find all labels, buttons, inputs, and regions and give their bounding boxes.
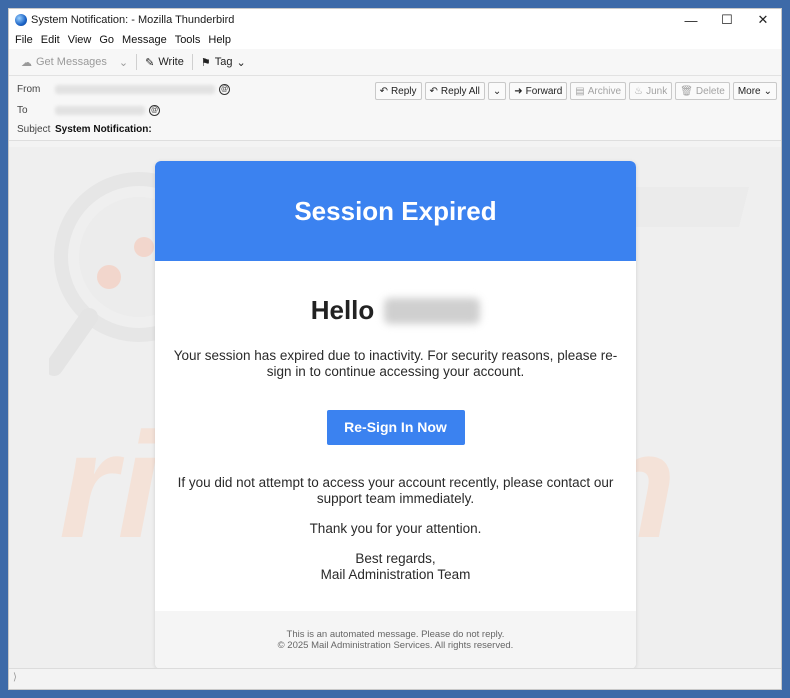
junk-button[interactable]: ♨ Junk (629, 82, 673, 100)
more-button[interactable]: More ⌄ (732, 82, 777, 100)
trash-icon: 🗑 (680, 85, 693, 97)
close-button[interactable]: ✕ (745, 9, 781, 31)
archive-button[interactable]: ▤ Archive (570, 82, 627, 100)
chevron-down-icon: ⌄ (492, 85, 502, 97)
menu-edit[interactable]: Edit (37, 34, 64, 46)
reply-all-label: Reply All (440, 85, 480, 97)
contact-icon[interactable]: @ (149, 105, 160, 116)
email-card: Session Expired Hello Your session has e… (155, 161, 636, 669)
get-messages-icon: ☁ (21, 56, 32, 69)
archive-label: Archive (587, 85, 622, 97)
menu-help[interactable]: Help (204, 34, 235, 46)
tag-icon: ⚑ (200, 56, 211, 69)
email-footer: This is an automated message. Please do … (155, 611, 636, 669)
reply-all-icon: ↶ (429, 85, 438, 97)
title-bar: System Notification: - Mozilla Thunderbi… (9, 9, 781, 31)
reply-button[interactable]: ↶ Reply (374, 82, 422, 100)
more-label: More (737, 85, 761, 97)
greeting: Hello (155, 295, 636, 326)
window-title: System Notification: - Mozilla Thunderbi… (31, 14, 235, 26)
thunderbird-icon (15, 14, 27, 26)
get-messages-button[interactable]: ☁ Get Messages (15, 52, 113, 72)
chevron-down-icon: ⌄ (236, 56, 246, 69)
subject-label: Subject (17, 124, 51, 135)
thanks-text: Thank you for your attention. (309, 521, 482, 536)
reply-icon: ↶ (379, 85, 388, 97)
write-button[interactable]: ✎ Write (139, 52, 190, 72)
reply-all-dropdown[interactable]: ⌄ (487, 82, 507, 100)
chevron-down-icon: ⌄ (118, 56, 129, 69)
message-body-pane: risk.com Session Expired Hello Your sess… (9, 147, 781, 671)
write-label: Write (158, 56, 184, 68)
footer-copyright: © 2025 Mail Administration Services. All… (277, 640, 514, 651)
status-bar: ⟩ (9, 668, 781, 689)
menu-view[interactable]: View (64, 34, 96, 46)
get-messages-dropdown[interactable]: ⌄ (113, 52, 134, 72)
greeting-text: Hello (310, 295, 375, 325)
forward-label: Forward (525, 85, 563, 97)
header-actions: ↶ Reply ↶ Reply All ⌄ ➜ Forward ▤ Archive ♨ J… (374, 82, 777, 100)
signature-text: Mail Administration Team (320, 567, 471, 582)
delete-button[interactable]: 🗑 Delete (675, 82, 730, 100)
chevron-down-icon: ⌄ (763, 85, 772, 97)
tag-button[interactable]: ⚑ Tag ⌄ (195, 52, 252, 72)
from-label: From (17, 84, 41, 95)
menu-tools[interactable]: Tools (171, 34, 205, 46)
menu-bar: File Edit View Go Message Tools Help (9, 31, 781, 49)
contact-paragraph: If you did not attempt to access your ac… (177, 475, 614, 506)
contact-icon[interactable]: @ (219, 84, 230, 95)
delete-label: Delete (695, 85, 725, 97)
menu-go[interactable]: Go (95, 34, 118, 46)
get-messages-label: Get Messages (36, 56, 107, 68)
from-address-redacted (55, 85, 215, 94)
reply-all-button[interactable]: ↶ Reply All (424, 82, 485, 100)
toolbar-separator (136, 54, 138, 70)
resign-in-button[interactable]: Re-Sign In Now (326, 410, 465, 445)
forward-button[interactable]: ➜ Forward (509, 82, 568, 100)
menu-message[interactable]: Message (118, 34, 171, 46)
subject-row: Subject System Notification: (17, 124, 152, 135)
thunderbird-window: System Notification: - Mozilla Thunderbi… (8, 8, 782, 690)
toolbar-separator (191, 54, 193, 70)
to-label: To (17, 105, 28, 116)
reply-label: Reply (390, 85, 417, 97)
expiry-paragraph: Your session has expired due to inactivi… (173, 348, 618, 379)
main-toolbar: ☁ Get Messages ⌄ ✎ Write ⚑ Tag ⌄ (9, 49, 781, 76)
offline-status-icon[interactable]: ⟩ (13, 672, 25, 684)
recipient-name-redacted (384, 297, 481, 324)
email-banner: Session Expired (155, 161, 636, 261)
banner-title: Session Expired (294, 195, 497, 226)
pencil-icon: ✎ (145, 56, 155, 69)
tag-label: Tag (214, 56, 233, 68)
forward-icon: ➜ (514, 85, 523, 97)
message-header: From @ To @ Subject System Notification:… (9, 76, 781, 141)
junk-label: Junk (646, 85, 668, 97)
to-address-redacted (55, 106, 145, 115)
from-row: From @ (17, 84, 230, 95)
minimize-button[interactable]: — (673, 9, 709, 31)
regards-text: Best regards, (355, 551, 436, 566)
to-row: To @ (17, 105, 160, 116)
footer-notice: This is an automated message. Please do … (286, 629, 505, 640)
archive-icon: ▤ (575, 85, 585, 97)
maximize-button[interactable]: ☐ (709, 9, 745, 31)
subject-value: System Notification: (55, 124, 152, 135)
junk-icon: ♨ (634, 85, 644, 97)
menu-file[interactable]: File (11, 34, 37, 46)
